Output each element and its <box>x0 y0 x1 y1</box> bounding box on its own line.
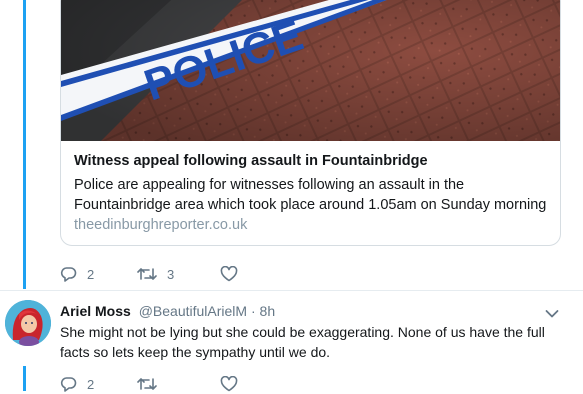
card-image: POLICE <box>61 0 560 141</box>
thread-connector-line <box>23 0 26 289</box>
link-preview-card[interactable]: POLICE Witness appeal following assault … <box>60 0 561 246</box>
retweet-button[interactable]: 3 <box>137 266 220 282</box>
tweet-divider <box>0 290 583 291</box>
reply-count: 2 <box>87 376 95 392</box>
card-body: Witness appeal following assault in Foun… <box>61 141 560 245</box>
reply-button[interactable]: 2 <box>60 266 137 282</box>
retweet-button[interactable] <box>137 376 220 392</box>
card-domain: theedinburghreporter.co.uk <box>74 217 248 233</box>
heart-icon <box>220 266 238 282</box>
heart-icon <box>220 376 238 392</box>
reply-icon <box>60 266 77 282</box>
reply-button[interactable]: 2 <box>60 376 137 392</box>
reply-icon <box>60 376 77 392</box>
author-handle[interactable]: @BeautifulArielM <box>139 303 247 319</box>
card-description: Police are appealing for witnesses follo… <box>74 177 547 213</box>
chevron-down-icon <box>545 306 559 323</box>
tweet-timestamp[interactable]: 8h <box>260 303 276 319</box>
retweet-count: 3 <box>167 266 175 282</box>
card-title: Witness appeal following assault in Foun… <box>74 153 428 169</box>
tweet-actions: 2 3 <box>60 264 248 284</box>
tweet-text: She might not be lying but she could be … <box>60 324 545 360</box>
like-button[interactable] <box>220 376 248 392</box>
retweet-icon <box>137 266 157 282</box>
tweet-header: Ariel Moss @BeautifulArielM · 8h <box>60 303 275 319</box>
like-button[interactable] <box>220 266 248 282</box>
reply-count: 2 <box>87 266 95 282</box>
separator-dot: · <box>250 303 256 319</box>
tweet-actions: 2 <box>60 374 248 394</box>
thread-connector-line <box>23 366 26 391</box>
retweet-icon <box>137 376 157 392</box>
author-name[interactable]: Ariel Moss <box>60 303 131 319</box>
avatar[interactable] <box>5 300 51 346</box>
